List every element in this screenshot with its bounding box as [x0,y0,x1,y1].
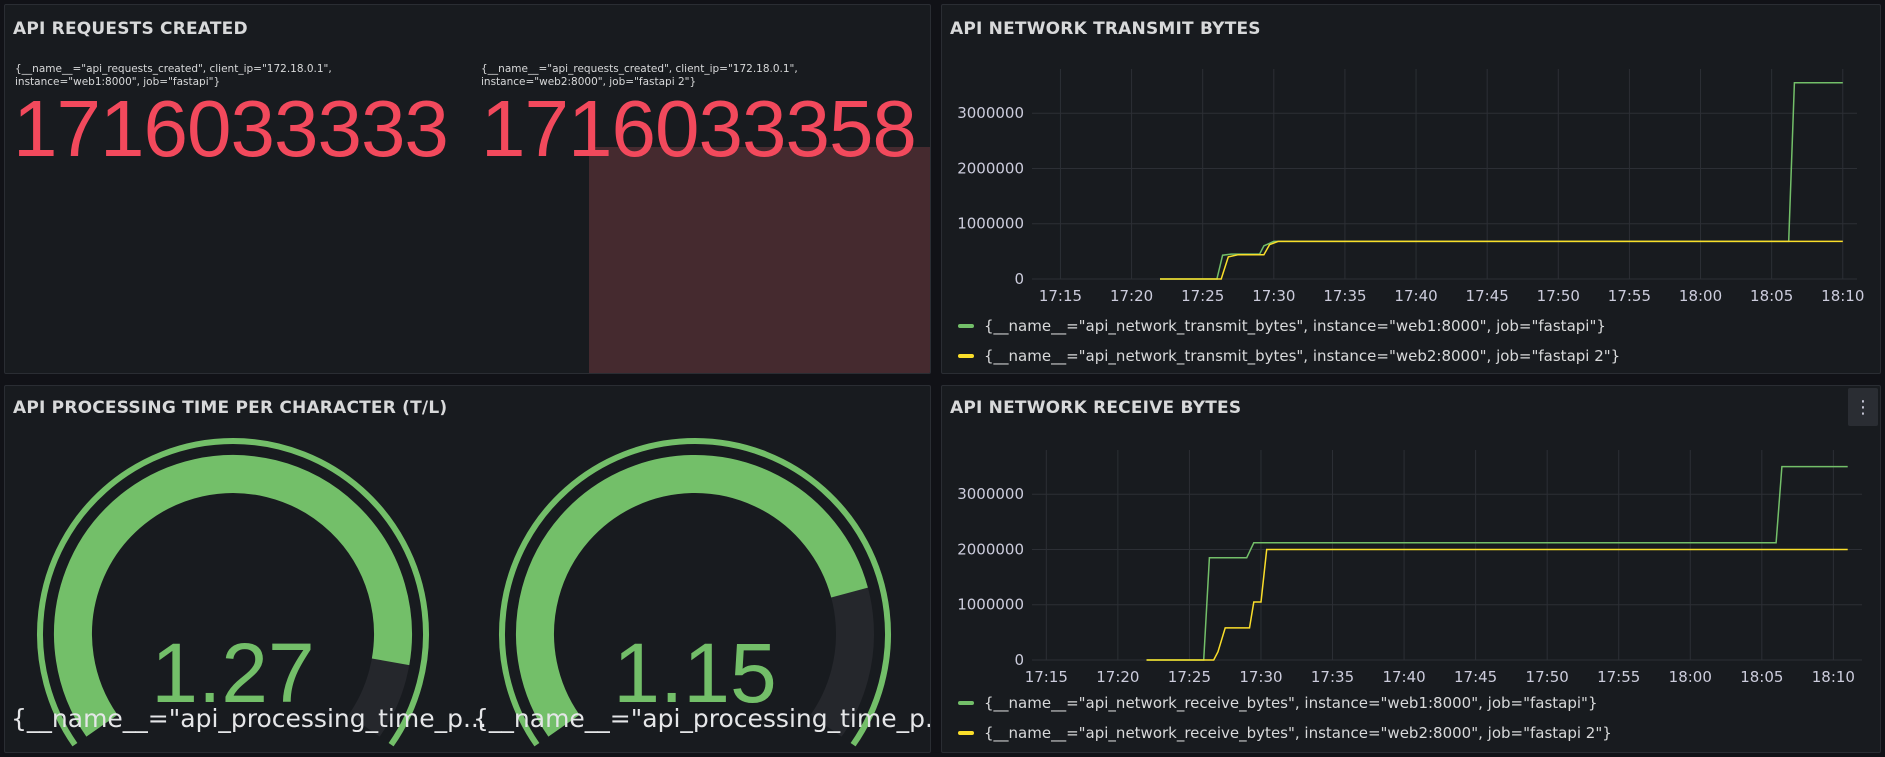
stat-value-web1: 1716033333 [13,84,449,173]
x-tick-label: 18:05 [1740,668,1783,686]
transmit-legend: {__name__="api_network_transmit_bytes", … [958,311,1620,371]
x-tick-label: 18:00 [1679,287,1722,305]
y-tick-label: 3000000 [957,485,1024,503]
x-tick-label: 17:30 [1252,287,1295,305]
series-line-1[interactable] [1146,465,1848,661]
x-tick-label: 17:35 [1311,668,1354,686]
y-tick-label: 3000000 [957,104,1024,122]
x-tick-label: 17:50 [1537,287,1580,305]
receive-legend: {__name__="api_network_receive_bytes", i… [958,688,1612,748]
legend-swatch [958,701,974,705]
gauge-label-2: {__name__="api_processing_time_p... [473,704,931,733]
y-tick-label: 2000000 [957,540,1024,558]
legend-swatch [958,731,974,735]
legend-label: {__name__="api_network_receive_bytes", i… [984,724,1612,742]
x-tick-label: 17:15 [1039,287,1082,305]
y-tick-label: 2000000 [957,159,1024,177]
stat-value-web2: 1716033358 [481,84,917,173]
legend-item-web2[interactable]: {__name__="api_network_receive_bytes", i… [958,718,1612,748]
x-tick-label: 17:35 [1323,287,1366,305]
gauge-label-1: {__name__="api_processing_time_p... [11,704,487,733]
x-tick-label: 17:30 [1239,668,1282,686]
x-tick-label: 17:15 [1025,668,1068,686]
legend-label: {__name__="api_network_transmit_bytes", … [984,347,1621,365]
x-tick-label: 17:25 [1168,668,1211,686]
transmit-chart[interactable]: 17:15 17:20 17:25 17:30 17:35 17:40 17:45 17:50… [942,5,1881,315]
x-tick-label: 18:05 [1750,287,1793,305]
legend-swatch [958,324,974,328]
series-line-1[interactable] [1160,82,1843,280]
x-tick-label: 17:45 [1466,287,1509,305]
x-tick-label: 17:20 [1110,287,1153,305]
x-tick-label: 17:20 [1096,668,1139,686]
x-tick-label: 18:10 [1812,668,1855,686]
x-tick-label: 18:10 [1821,287,1864,305]
y-tick-label: 1000000 [957,215,1024,233]
y-tick-label: 0 [1014,270,1024,288]
x-tick-label: 17:40 [1382,668,1425,686]
legend-item-web1[interactable]: {__name__="api_network_receive_bytes", i… [958,688,1612,718]
y-tick-label: 1000000 [957,596,1024,614]
panel-api-network-receive-bytes: API NETWORK RECEIVE BYTES ⋮ 17:15 17:20 17… [941,385,1881,753]
x-tick-label: 17:50 [1526,668,1569,686]
panel-api-requests-created: API REQUESTS CREATED {__name__="api_requ… [4,4,931,374]
y-tick-label: 0 [1014,651,1024,669]
stat-sparkline-fill [589,147,930,373]
legend-label: {__name__="api_network_receive_bytes", i… [984,694,1598,712]
gauges-svg: 1.27 1.15 [37,438,891,747]
x-tick-label: 17:55 [1597,668,1640,686]
x-tick-label: 17:45 [1454,668,1497,686]
panel-api-network-transmit-bytes: API NETWORK TRANSMIT BYTES 17:15 17:20 17:… [941,4,1881,374]
stat-sparkline-line [115,373,465,374]
legend-label: {__name__="api_network_transmit_bytes", … [984,317,1606,335]
legend-item-web1[interactable]: {__name__="api_network_transmit_bytes", … [958,311,1620,341]
x-tick-label: 17:40 [1394,287,1437,305]
panel-api-processing-time: API PROCESSING TIME PER CHARACTER (T/L) … [4,385,931,753]
legend-swatch [958,354,974,358]
legend-item-web2[interactable]: {__name__="api_network_transmit_bytes", … [958,341,1620,371]
x-tick-label: 18:00 [1669,668,1712,686]
x-tick-label: 17:55 [1608,287,1651,305]
x-tick-label: 17:25 [1181,287,1224,305]
panel-title[interactable]: API REQUESTS CREATED [13,19,248,39]
receive-chart[interactable]: 17:15 17:20 17:25 17:30 17:35 17:40 17:45 17:50… [942,386,1881,696]
